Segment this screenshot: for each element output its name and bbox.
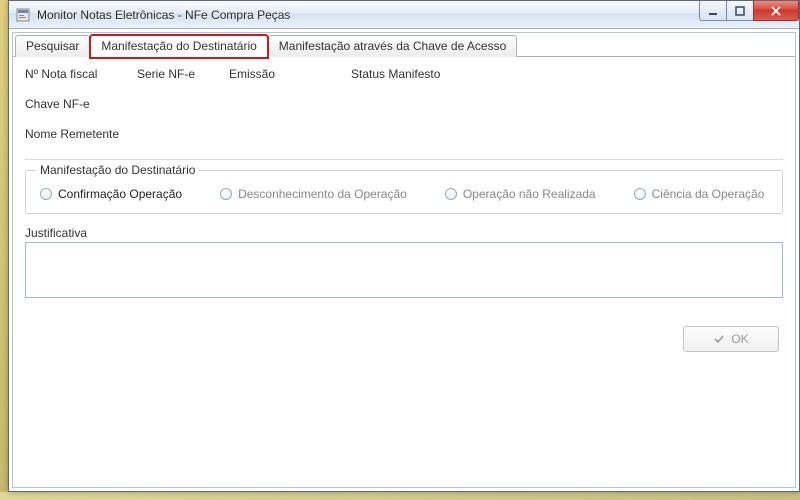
tab-manifestacao-destinatario[interactable]: Manifestação do Destinatário (90, 35, 267, 58)
client-area: Pesquisar Manifestação do Destinatário M… (12, 32, 796, 488)
tab-content: Nº Nota fiscal Serie NF-e Emissão Status… (13, 57, 795, 487)
desktop-strip-left (0, 0, 8, 500)
radio-dot-icon (445, 188, 457, 200)
radio-label: Operação não Realizada (463, 187, 596, 201)
group-manifestacao: Manifestação do Destinatário Confirmação… (25, 170, 783, 214)
window-title: Monitor Notas Eletrônicas - NFe Compra P… (37, 8, 290, 22)
justificativa-textarea[interactable] (25, 242, 783, 298)
divider (25, 159, 783, 160)
tab-row: Pesquisar Manifestação do Destinatário M… (13, 33, 795, 57)
radio-dot-icon (220, 188, 232, 200)
button-row: OK (25, 326, 783, 352)
desktop-strip-bottom (0, 492, 800, 500)
group-legend: Manifestação do Destinatário (36, 163, 199, 177)
radio-dot-icon (634, 188, 646, 200)
close-button[interactable] (753, 1, 799, 21)
app-window: Monitor Notas Eletrônicas - NFe Compra P… (8, 0, 800, 492)
label-status-manifesto: Status Manifesto (351, 67, 783, 81)
ok-button-label: OK (731, 332, 748, 346)
label-serie: Serie NF-e (137, 67, 217, 81)
minimize-button[interactable] (699, 1, 727, 21)
radio-ciencia-operacao[interactable]: Ciência da Operação (634, 187, 765, 201)
radio-dot-icon (40, 188, 52, 200)
radio-row: Confirmação Operação Desconhecimento da … (40, 187, 768, 201)
maximize-button[interactable] (726, 1, 754, 21)
radio-desconhecimento-operacao[interactable]: Desconhecimento da Operação (220, 187, 407, 201)
label-nome-remetente: Nome Remetente (25, 127, 783, 141)
radio-operacao-nao-realizada[interactable]: Operação não Realizada (445, 187, 596, 201)
radio-confirmacao-operacao[interactable]: Confirmação Operação (40, 187, 182, 201)
window-buttons (700, 1, 799, 21)
radio-label: Ciência da Operação (652, 187, 765, 201)
tab-pesquisar[interactable]: Pesquisar (15, 35, 90, 57)
label-justificativa: Justificativa (25, 226, 783, 240)
label-emissao: Emissão (229, 67, 339, 81)
ok-button[interactable]: OK (683, 326, 779, 352)
titlebar[interactable]: Monitor Notas Eletrônicas - NFe Compra P… (9, 1, 799, 29)
radio-label: Desconhecimento da Operação (238, 187, 407, 201)
check-icon (713, 333, 725, 345)
label-nota-fiscal: Nº Nota fiscal (25, 67, 125, 81)
label-chave-nfe: Chave NF-e (25, 97, 783, 111)
radio-label: Confirmação Operação (58, 187, 182, 201)
app-icon (15, 7, 31, 23)
header-fields: Nº Nota fiscal Serie NF-e Emissão Status… (25, 67, 783, 141)
tab-manifestacao-chave-acesso[interactable]: Manifestação através da Chave de Acesso (268, 35, 517, 57)
